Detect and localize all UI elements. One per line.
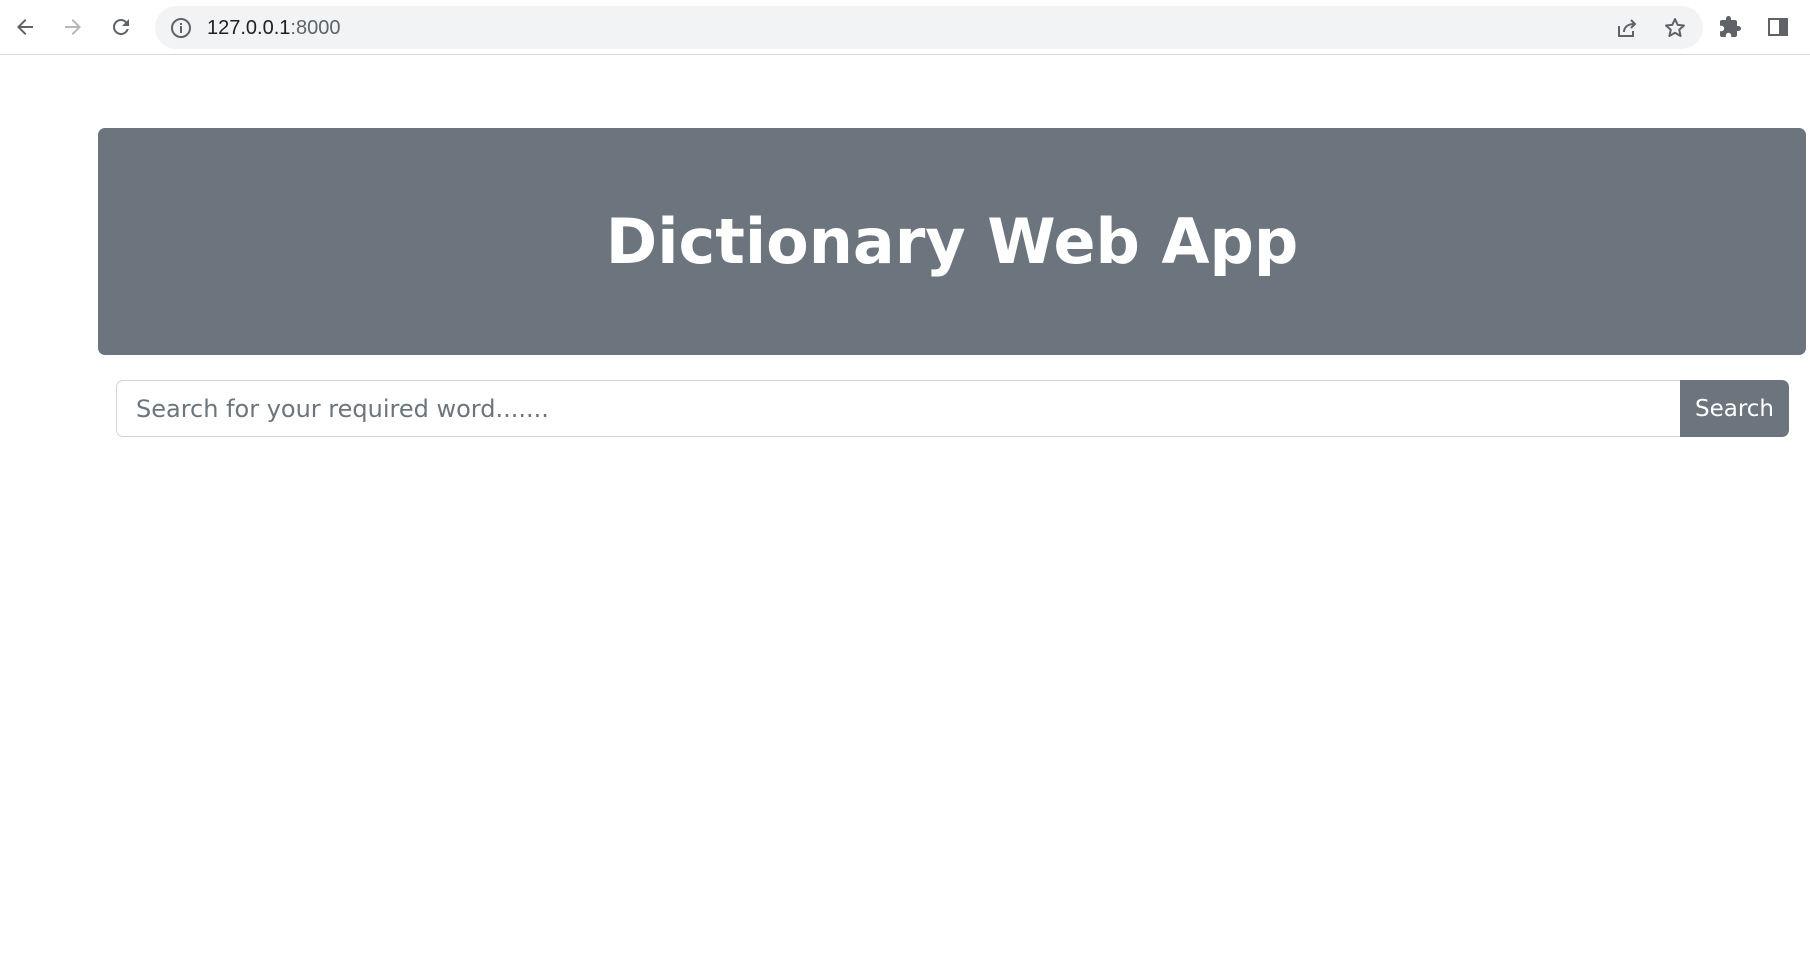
forward-arrow-icon[interactable]: [56, 10, 90, 44]
search-button[interactable]: Search: [1680, 380, 1789, 437]
app-header-banner: Dictionary Web App: [98, 128, 1806, 355]
search-input[interactable]: [116, 380, 1681, 437]
app-title: Dictionary Web App: [605, 205, 1299, 278]
side-panel-icon[interactable]: [1761, 10, 1795, 44]
star-icon[interactable]: [1663, 16, 1687, 40]
address-bar[interactable]: 127.0.0.1:8000: [155, 6, 1703, 49]
info-icon[interactable]: [169, 16, 193, 40]
puzzle-icon[interactable]: [1713, 10, 1747, 44]
back-arrow-icon[interactable]: [8, 10, 42, 44]
search-form: Search: [116, 380, 1789, 437]
url-text: 127.0.0.1:8000: [207, 17, 340, 39]
browser-toolbar: 127.0.0.1:8000: [0, 0, 1810, 55]
share-icon[interactable]: [1615, 16, 1639, 40]
url-host: 127.0.0.1: [207, 17, 291, 39]
url-port: :8000: [290, 17, 341, 39]
reload-icon[interactable]: [104, 10, 138, 44]
